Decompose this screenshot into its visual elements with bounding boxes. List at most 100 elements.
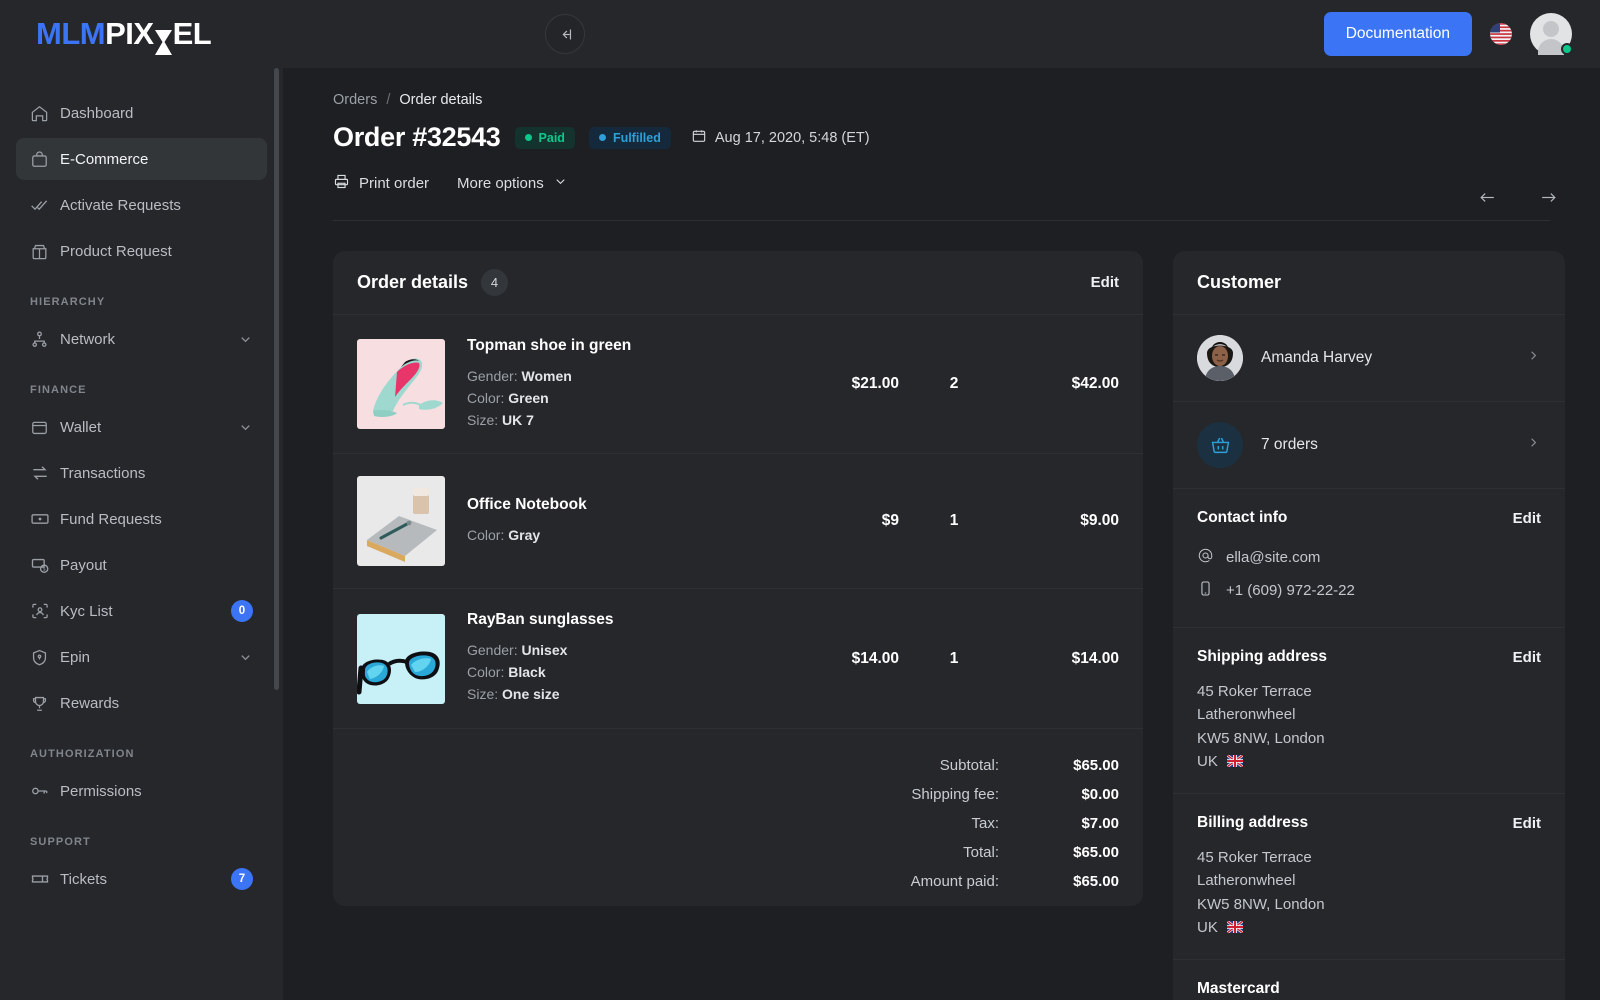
billing-address-header: Billing address Edit [1197, 814, 1541, 832]
customer-phone-line: +1 (609) 972-22-22 [1197, 574, 1541, 607]
customer-phone[interactable]: +1 (609) 972-22-22 [1226, 582, 1355, 599]
sidebar-item-dashboard[interactable]: Dashboard [16, 92, 267, 134]
cash-icon [30, 509, 60, 529]
sidebar-item-wallet[interactable]: Wallet [16, 406, 267, 448]
product-line-total: $42.00 [1071, 375, 1119, 393]
documentation-button[interactable]: Documentation [1323, 12, 1472, 56]
svg-text:$: $ [43, 567, 46, 572]
id-scan-icon [30, 601, 60, 621]
product-name: Topman shoe in green [467, 337, 632, 354]
order-totals: Subtotal: $65.00 Shipping fee: $0.00 Tax… [333, 729, 1143, 906]
sidebar-item-activate-requests[interactable]: Activate Requests [16, 184, 267, 226]
arrow-left-icon[interactable] [1476, 188, 1499, 212]
breadcrumb-orders[interactable]: Orders [333, 92, 377, 108]
product-info: RayBan sunglasses Gender: Unisex Color: … [445, 611, 779, 705]
user-avatar-icon[interactable] [1530, 13, 1573, 55]
product-quantity: 1 [949, 649, 959, 667]
arrow-right-icon[interactable] [1537, 188, 1560, 212]
sidebar-item-payout[interactable]: $ Payout [16, 544, 267, 586]
status-badge-fulfilled-label: Fulfilled [612, 130, 661, 145]
sidebar-item-network[interactable]: Network [16, 318, 267, 360]
billing-address-country-row: UK [1197, 916, 1541, 939]
page-actions: Print order More options [311, 153, 1572, 194]
page-title: Order #32543 [333, 122, 501, 152]
print-order-button[interactable]: Print order [333, 173, 429, 194]
item-count-badge: 4 [481, 269, 509, 296]
trophy-icon [30, 694, 60, 713]
more-options-button[interactable]: More options [457, 174, 568, 193]
uk-flag-icon [1226, 917, 1244, 934]
billing-address-block: Billing address Edit 45 Roker Terrace La… [1173, 794, 1565, 960]
total-label: Amount paid: [910, 872, 999, 890]
sidebar: MLM PIX EL Dashboard E-Commerce Activate… [0, 0, 283, 1000]
total-row: Tax: $7.00 [357, 809, 1119, 838]
order-pager [1476, 188, 1560, 212]
customer-name: Amanda Harvey [1261, 349, 1373, 366]
customer-name-row[interactable]: Amanda Harvey [1173, 315, 1565, 402]
brand-logo-part1: MLM [36, 16, 106, 51]
chevron-down-icon[interactable] [238, 420, 253, 435]
collapse-sidebar-icon[interactable] [545, 14, 585, 54]
total-row: Total: $65.00 [357, 838, 1119, 867]
table-row: RayBan sunglasses Gender: Unisex Color: … [333, 589, 1143, 729]
status-dot-icon [598, 134, 606, 141]
edit-order-details-link[interactable]: Edit [1091, 274, 1119, 291]
attribute-value: Unisex [521, 642, 568, 659]
sidebar-item-label: Transactions [60, 464, 146, 482]
attribute-key: Size: [467, 686, 499, 703]
sidebar-item-label: Fund Requests [60, 510, 162, 528]
sidebar-item-e-commerce[interactable]: E-Commerce [16, 138, 267, 180]
attribute-key: Gender: [467, 642, 518, 659]
app-root: MLM PIX EL Dashboard E-Commerce Activate… [0, 0, 1600, 1000]
product-name: Office Notebook [467, 496, 587, 514]
sidebar-item-product-request[interactable]: Product Request [16, 230, 267, 272]
customer-card: Customer Amanda Harvey 7 orders Contact … [1173, 251, 1565, 1000]
shoe-thumbnail [357, 339, 445, 430]
sidebar-scrollbar[interactable] [274, 68, 279, 690]
customer-orders-row[interactable]: 7 orders [1173, 402, 1565, 489]
double-check-icon [30, 195, 60, 215]
chevron-down-icon[interactable] [238, 650, 253, 665]
product-attribute: Color: Black [467, 662, 779, 684]
sidebar-item-rewards[interactable]: Rewards [16, 682, 267, 724]
attribute-key: Gender: [467, 368, 518, 384]
customer-email[interactable]: ella@site.com [1226, 549, 1320, 566]
sidebar-item-label: Rewards [60, 694, 120, 712]
status-dot-icon [524, 134, 532, 141]
sidebar-item-label: Network [60, 330, 116, 348]
product-info: Topman shoe in green Gender: Women Color… [445, 337, 779, 431]
avatar-head [1543, 21, 1559, 37]
sidebar-item-label: E-Commerce [60, 150, 149, 168]
edit-contact-info-link[interactable]: Edit [1513, 510, 1541, 527]
shipping-address-line3: KW5 8NW, London [1197, 729, 1325, 747]
more-options-label: More options [457, 175, 544, 192]
edit-shipping-address-link[interactable]: Edit [1513, 649, 1541, 666]
total-row: Amount paid: $65.00 [357, 867, 1119, 896]
sidebar-item-transactions[interactable]: Transactions [16, 452, 267, 494]
total-label: Subtotal: [939, 756, 999, 774]
billing-address-line2: Latheronwheel [1197, 872, 1296, 890]
sidebar-item-tickets[interactable]: Tickets 7 [16, 858, 267, 900]
contact-info-title: Contact info [1197, 509, 1288, 526]
sidebar-item-fund-requests[interactable]: Fund Requests [16, 498, 267, 540]
us-flag-icon[interactable] [1490, 23, 1512, 45]
chevron-down-icon[interactable] [238, 332, 253, 347]
shipping-address-country-row: UK [1197, 750, 1541, 773]
basket-icon [1197, 422, 1243, 468]
sidebar-item-permissions[interactable]: Permissions [16, 770, 267, 812]
order-details-title-group: Order details 4 [357, 269, 509, 296]
customer-body: Amanda Harvey 7 orders Contact info Edit… [1173, 315, 1565, 1000]
shipping-address-line2: Latheronwheel [1197, 706, 1296, 724]
chevron-down-icon [553, 174, 568, 193]
customer-card-header: Customer [1173, 251, 1565, 315]
brand-logo[interactable]: MLM PIX EL [0, 0, 283, 68]
total-row: Subtotal: $65.00 [357, 751, 1119, 780]
sidebar-item-epin[interactable]: Epin [16, 636, 267, 678]
sidebar-item-kyc-list[interactable]: Kyc List 0 [16, 590, 267, 632]
customer-avatar-icon [1197, 335, 1243, 381]
edit-billing-address-link[interactable]: Edit [1513, 815, 1541, 832]
sidebar-item-label: Tickets [60, 870, 107, 888]
total-value: $65.00 [1073, 872, 1119, 890]
payment-method-block: Mastercard Card Number: ************4291 [1173, 960, 1565, 1000]
status-badge: 0 [231, 600, 253, 622]
